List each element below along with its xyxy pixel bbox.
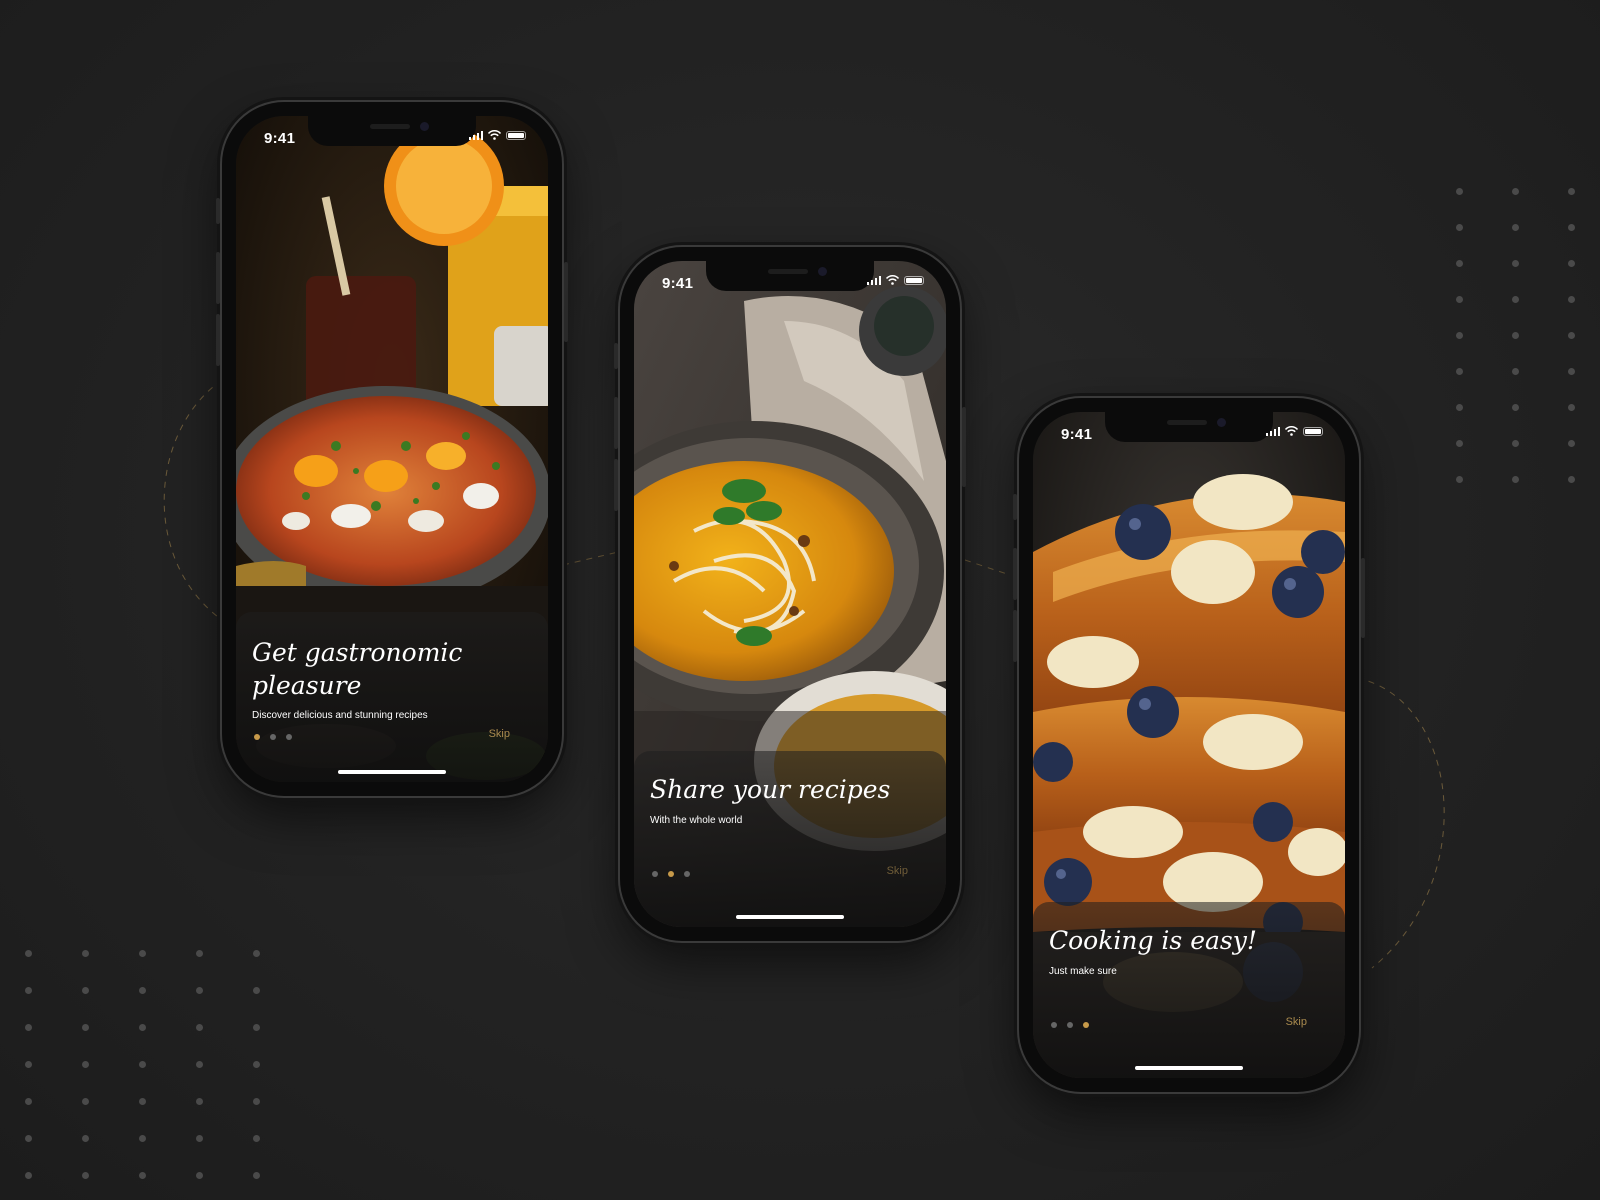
page-dot-active[interactable] — [1083, 1022, 1089, 1028]
skip-button[interactable]: Skip — [489, 728, 510, 740]
page-dot[interactable] — [270, 734, 276, 740]
signal-icon — [866, 275, 881, 285]
onboarding-card: Get gastronomic pleasure Discover delici… — [236, 612, 548, 782]
status-time: 9:41 — [264, 130, 296, 147]
page-indicator[interactable] — [254, 734, 292, 740]
wifi-icon — [1285, 426, 1298, 436]
dot-grid-decoration-right — [1456, 188, 1575, 483]
page-indicator[interactable] — [652, 871, 690, 877]
battery-icon — [1303, 427, 1323, 436]
page-dot-active[interactable] — [668, 871, 674, 877]
onboarding-subtitle: Discover delicious and stunning recipes — [252, 710, 428, 721]
status-time: 9:41 — [1061, 426, 1093, 443]
status-bar: 9:41 — [634, 261, 946, 305]
phone-mockup-onboarding-1: 9:41 Get gastronomic pleasure Discover d… — [216, 102, 568, 796]
page-dot[interactable] — [652, 871, 658, 877]
onboarding-title: Share your recipes — [650, 775, 891, 804]
battery-icon — [506, 131, 526, 140]
status-bar: 9:41 — [236, 116, 548, 160]
wifi-icon — [886, 275, 899, 285]
battery-icon — [904, 276, 924, 285]
home-indicator[interactable] — [338, 770, 446, 774]
phone-screen: 9:41 Share your recipes With the whole w… — [634, 261, 946, 927]
onboarding-card: Cooking is easy! Just make sure Skip — [1033, 902, 1345, 1078]
page-dot-active[interactable] — [254, 734, 260, 740]
page-dot[interactable] — [1067, 1022, 1073, 1028]
home-indicator[interactable] — [1135, 1066, 1243, 1070]
onboarding-subtitle: Just make sure — [1049, 966, 1117, 977]
onboarding-card: Share your recipes With the whole world … — [634, 751, 946, 927]
page-dot[interactable] — [286, 734, 292, 740]
page-dot[interactable] — [684, 871, 690, 877]
skip-button[interactable]: Skip — [887, 865, 908, 877]
page-indicator[interactable] — [1051, 1022, 1089, 1028]
wifi-icon — [488, 130, 501, 140]
phone-mockup-onboarding-3: 9:41 Cooking is easy! Just make sure Ski… — [1013, 398, 1365, 1092]
status-time: 9:41 — [662, 275, 694, 292]
status-bar: 9:41 — [1033, 412, 1345, 456]
onboarding-subtitle: With the whole world — [650, 815, 743, 826]
onboarding-title: Get gastronomic pleasure — [252, 638, 463, 700]
signal-icon — [468, 130, 483, 140]
phone-mockup-onboarding-2: 9:41 Share your recipes With the whole w… — [614, 247, 966, 941]
phone-screen: 9:41 Cooking is easy! Just make sure Ski… — [1033, 412, 1345, 1078]
skip-button[interactable]: Skip — [1286, 1016, 1307, 1028]
home-indicator[interactable] — [736, 915, 844, 919]
signal-icon — [1265, 426, 1280, 436]
phone-screen: 9:41 Get gastronomic pleasure Discover d… — [236, 116, 548, 782]
onboarding-title: Cooking is easy! — [1049, 926, 1257, 955]
page-dot[interactable] — [1051, 1022, 1057, 1028]
dot-grid-decoration-left — [25, 950, 260, 1179]
